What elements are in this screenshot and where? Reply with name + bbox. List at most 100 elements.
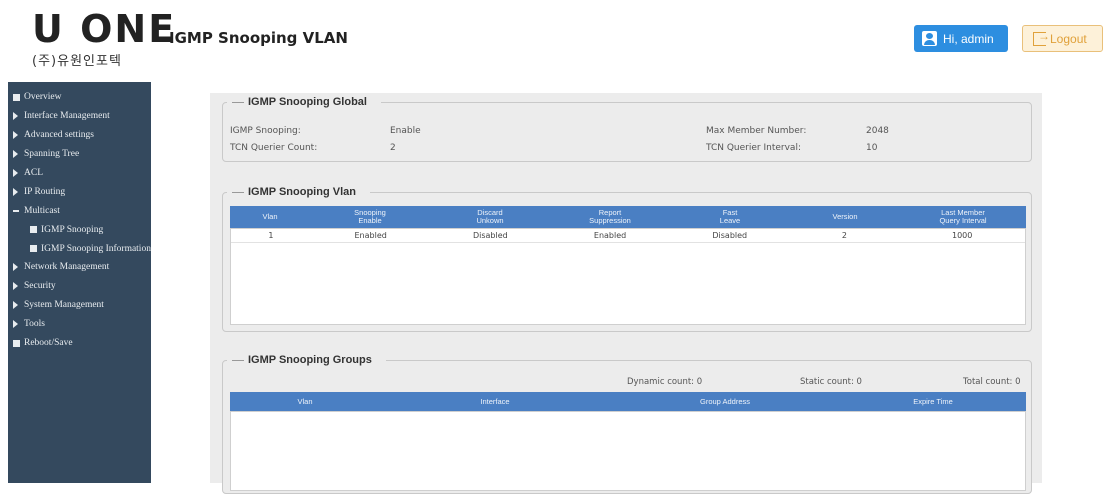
sidebar-item-label: ACL xyxy=(24,168,43,178)
sidebar-item-acl[interactable]: ACL xyxy=(8,164,151,183)
groups-col-header-group-address: Group Address xyxy=(699,396,751,406)
groups-col-header-expire-time: Expire Time xyxy=(913,396,953,406)
sidebar-nav: Overview Interface Management Advanced set… xyxy=(8,82,151,352)
caret-right-icon xyxy=(13,169,18,177)
sidebar-item-label: Multicast xyxy=(24,205,60,216)
sidebar-item-igmp-snooping[interactable]: IGMP Snooping xyxy=(8,220,151,239)
groups-col-header-vlan: Vlan xyxy=(297,396,313,406)
caret-right-icon xyxy=(13,263,18,272)
sidebar-item-label: Reboot/Save xyxy=(24,338,73,349)
sidebar-item-system-management[interactable]: System Management xyxy=(8,296,151,315)
sidebar-item-advanced-settings[interactable]: Advanced settings xyxy=(8,126,151,145)
sidebar-item-label: Advanced settings xyxy=(24,130,94,141)
user-button-label: Hi, admin xyxy=(943,31,994,46)
static-count: Static count: 0 xyxy=(800,377,862,387)
sidebar-item-network-management[interactable]: Network Management xyxy=(8,258,151,277)
caret-right-icon xyxy=(13,301,18,310)
vlan-col-header-fast: Fast Leave xyxy=(670,209,790,225)
sidebar-item-overview[interactable]: Overview xyxy=(8,88,151,107)
caret-right-icon xyxy=(13,320,18,329)
column-header-line: Version xyxy=(832,212,858,221)
square-bullet-icon xyxy=(13,93,20,101)
sidebar-item-tools[interactable]: Tools xyxy=(8,315,151,334)
sidebar-item-label: Tools xyxy=(24,319,45,330)
tcn-querier-count-label: TCN Querier Count: xyxy=(230,143,318,153)
square-bullet-icon xyxy=(30,245,37,253)
sidebar-item-spanning-tree[interactable]: Spanning Tree xyxy=(8,145,151,164)
vlan-col-header-version: Version xyxy=(790,213,900,221)
table-cell: Disabled xyxy=(472,231,508,240)
tcn-querier-count-value: 2 xyxy=(390,143,396,153)
global-section: IGMP Snooping Global xyxy=(222,96,1032,162)
sidebar-item-label: Spanning Tree xyxy=(24,149,80,160)
vlan-col-header-report: Report Suppression xyxy=(550,209,670,225)
logo-subtext: (주)유원인포텍 xyxy=(32,54,122,69)
sidebar-item-label: Security xyxy=(24,281,56,292)
tcn-querier-interval-label: TCN Querier Interval: xyxy=(706,143,801,153)
column-header-line: Query Interval xyxy=(939,216,987,225)
logout-button-label: Logout xyxy=(1050,31,1087,46)
sidebar-item-label: IGMP Snooping Information xyxy=(41,243,151,254)
sidebar-item-security[interactable]: Security xyxy=(8,277,151,296)
caret-right-icon xyxy=(13,131,18,140)
column-header-line: Unkown xyxy=(476,216,504,225)
caret-right-icon xyxy=(13,112,18,121)
sidebar-item-label: Overview xyxy=(24,92,62,103)
sidebar-item-igmp-snooping-information[interactable]: IGMP Snooping Information xyxy=(8,239,151,258)
global-section-title: IGMP Snooping Global xyxy=(227,96,381,108)
logout-icon xyxy=(1033,29,1050,46)
column-header-line: Enable xyxy=(358,216,382,225)
caret-right-icon xyxy=(13,150,18,159)
vlan-col-header-last-member: Last Member Query Interval xyxy=(900,209,1026,225)
column-header-line: Vlan xyxy=(262,212,278,221)
table-cell: Disabled xyxy=(712,231,748,240)
max-member-value: 2048 xyxy=(866,126,889,136)
table-cell: Enabled xyxy=(354,231,387,240)
company-logo: U ONE (주)유원인포텍 xyxy=(32,10,176,69)
total-count: Total count: 0 xyxy=(963,377,1021,387)
caret-right-icon xyxy=(13,187,18,196)
table-cell: 1 xyxy=(268,231,274,240)
column-header-line: Suppression xyxy=(589,216,631,225)
groups-col-header-interface: Interface xyxy=(480,396,510,406)
igmp-snooping-label: IGMP Snooping: xyxy=(230,126,301,136)
table-cell: 2 xyxy=(841,231,848,240)
table-cell: 1000 xyxy=(951,231,973,240)
user-icon xyxy=(922,31,937,46)
table-cell: Enabled xyxy=(593,231,627,240)
tcn-querier-interval-value: 10 xyxy=(866,143,878,153)
groups-section-title: IGMP Snooping Groups xyxy=(227,354,386,366)
igmp-snooping-value: Enable xyxy=(390,126,421,136)
vlan-section-title: IGMP Snooping Vlan xyxy=(227,186,370,198)
vlan-col-header-snooping: Snooping Enable xyxy=(310,209,430,225)
sidebar-item-interface-management[interactable]: Interface Management xyxy=(8,107,151,126)
sidebar-item-label: Network Management xyxy=(24,262,110,273)
header: U ONE (주)유원인포텍 IGMP Snooping VLAN Hi, ad… xyxy=(0,0,1103,78)
sidebar-item-multicast[interactable]: Multicast xyxy=(8,201,151,220)
dynamic-count: Dynamic count: 0 xyxy=(627,377,703,387)
collapse-dash-icon xyxy=(13,210,19,212)
sidebar-item-label: IGMP Snooping xyxy=(41,224,104,235)
column-header-line: Leave xyxy=(719,216,741,225)
logout-button[interactable]: Logout xyxy=(1022,25,1103,52)
square-bullet-icon xyxy=(13,339,20,347)
sidebar-item-ip-routing[interactable]: IP Routing xyxy=(8,182,151,201)
vlan-col-header-vlan: Vlan xyxy=(230,213,310,221)
sidebar-item-label: IP Routing xyxy=(24,186,66,197)
sidebar-item-label: Interface Management xyxy=(24,111,110,122)
groups-table-header: Vlan Interface Group Address Expire Time xyxy=(230,392,1026,411)
sidebar-item-label: System Management xyxy=(24,300,104,311)
groups-table-body xyxy=(230,411,1026,491)
caret-right-icon xyxy=(13,282,18,291)
page-title: IGMP Snooping VLAN xyxy=(169,29,348,47)
sidebar: Overview Interface Management Advanced set… xyxy=(8,82,151,483)
user-button[interactable]: Hi, admin xyxy=(914,25,1008,52)
max-member-label: Max Member Number: xyxy=(706,126,807,136)
vlan-col-header-discard: Discard Unkown xyxy=(430,209,550,225)
vlan-table-body: 1 Enabled Disabled Enabled Disabled 2 1000 xyxy=(230,228,1026,325)
content-panel: IGMP Snooping Global IGMP Snooping: Enab… xyxy=(210,93,1042,494)
table-row: 1 Enabled Disabled Enabled Disabled 2 1000 xyxy=(231,229,1025,243)
sidebar-item-reboot-save[interactable]: Reboot/Save xyxy=(8,334,151,353)
square-bullet-icon xyxy=(30,226,37,234)
logo-text: U ONE xyxy=(32,7,177,51)
